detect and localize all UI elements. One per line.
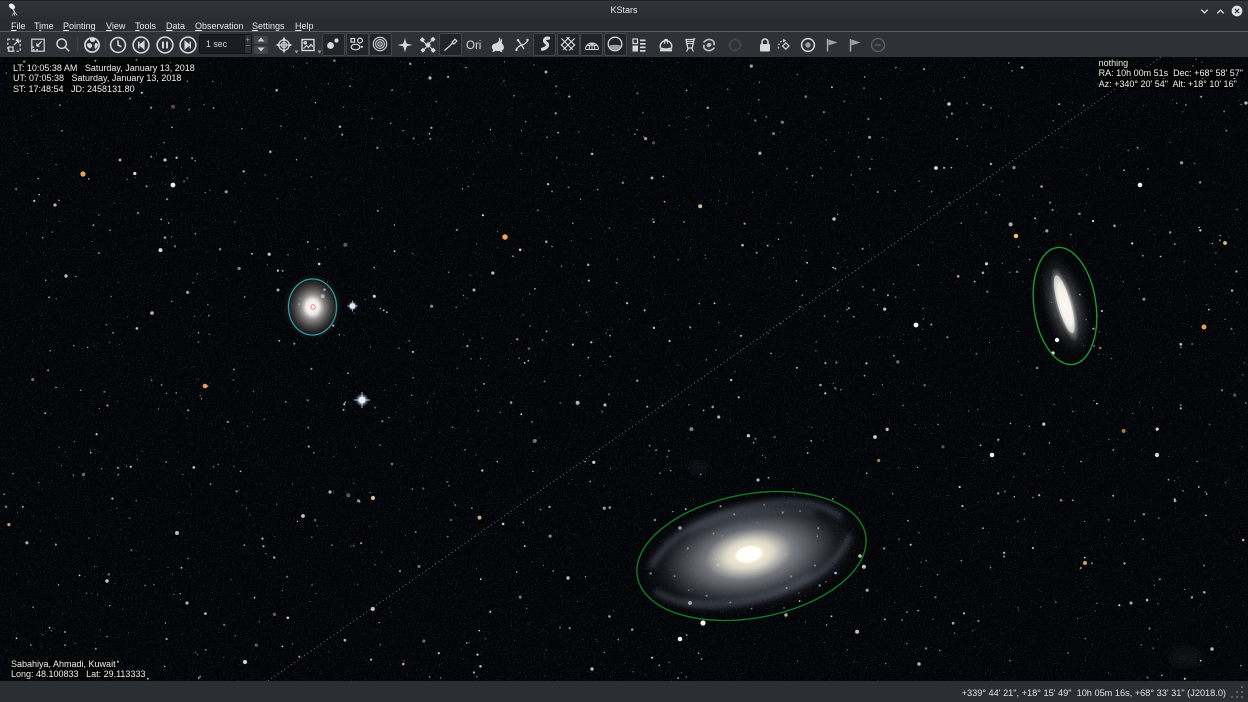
svg-text:Ori: Ori [466, 40, 481, 52]
